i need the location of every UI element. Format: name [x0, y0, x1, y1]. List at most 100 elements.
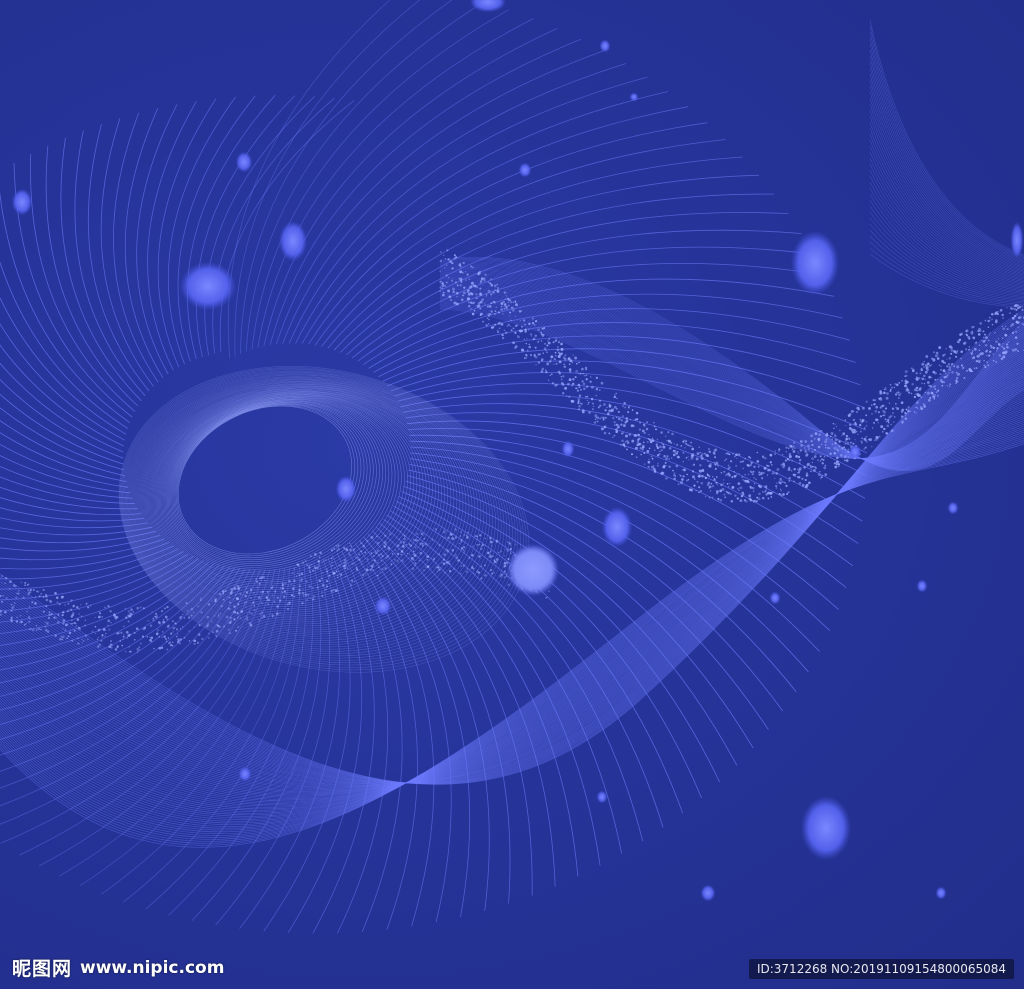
particle-dot [612, 416, 615, 420]
particle-dot [708, 448, 710, 450]
particle-dot [157, 621, 161, 624]
particle-dot [717, 497, 720, 500]
particle-dot [561, 382, 564, 385]
particle-dot [651, 437, 654, 440]
particle-dot [848, 437, 851, 440]
particle-dot [489, 537, 492, 540]
particle-dot [873, 403, 876, 406]
particle-dot [452, 290, 455, 294]
particle-dot [721, 488, 725, 491]
particle-dot [834, 434, 837, 438]
particle-dot [879, 390, 882, 393]
particle-dot [281, 587, 285, 590]
particle-dot [444, 258, 447, 260]
particle-dot [492, 291, 495, 294]
particle-dot [451, 537, 455, 540]
particle-dot [768, 468, 771, 472]
particle-dot [833, 427, 835, 430]
particle-dot [358, 553, 360, 556]
particle-dot [509, 311, 511, 314]
particle-dot [321, 591, 324, 594]
particle-dot [55, 617, 58, 619]
particle-dot [245, 591, 248, 594]
particle-dot [775, 472, 779, 475]
watermark-site-name: 昵图网 [12, 958, 73, 980]
particle-dot [810, 470, 812, 473]
particle-dot [704, 476, 707, 479]
particle-dot [913, 411, 916, 413]
particle-dot [648, 447, 651, 450]
particle-dot [230, 590, 234, 594]
particle-dot [318, 556, 321, 558]
particle-dot [872, 399, 875, 401]
particle-dot [796, 475, 799, 478]
particle-dot [926, 368, 929, 372]
particle-dot [579, 402, 582, 405]
particle-dot [545, 597, 548, 599]
particle-dot [849, 441, 852, 444]
particle-dot [514, 346, 517, 349]
particle-dot [700, 481, 704, 485]
particle-dot [653, 425, 656, 428]
particle-dot [656, 445, 658, 447]
particle-dot [991, 313, 994, 316]
particle-dot [622, 424, 626, 428]
particle-dot [256, 586, 259, 589]
particle-dot [262, 615, 266, 618]
particle-dot [401, 559, 404, 562]
particle-dot [290, 583, 293, 585]
particle-dot [459, 270, 463, 274]
particle-dot [708, 496, 711, 499]
particle-dot [470, 308, 472, 310]
particle-dot [104, 632, 107, 635]
bokeh-orb [630, 93, 638, 101]
particle-dot [584, 366, 588, 370]
particle-dot [585, 374, 588, 377]
particle-dot [446, 561, 449, 564]
particle-dot [434, 528, 437, 531]
particle-dot [834, 465, 838, 469]
ribbon-line [869, 175, 1024, 290]
particle-dot [953, 350, 956, 353]
particle-dot [484, 304, 486, 306]
particle-dot [98, 615, 101, 619]
particle-dot [388, 532, 392, 536]
particle-dot [905, 388, 909, 392]
particle-dot [367, 558, 369, 560]
particle-dot [762, 491, 764, 493]
particle-dot [771, 464, 773, 466]
particle-dot [924, 370, 928, 374]
particle-dot [489, 553, 492, 556]
particle-dot [312, 595, 316, 598]
particle-dot [994, 313, 996, 315]
particle-dot [470, 292, 474, 296]
particle-dot [174, 627, 176, 629]
particle-dot [615, 423, 618, 426]
particle-dot [892, 412, 894, 414]
particle-dot [508, 542, 511, 545]
particle-dot [503, 570, 506, 573]
fan-line [257, 18, 534, 348]
particle-dot [1001, 325, 1004, 327]
particle-dot [250, 612, 253, 615]
particle-dot [797, 451, 799, 453]
particle-dot [509, 325, 512, 327]
particle-dot [788, 459, 791, 462]
particle-dot [975, 360, 978, 363]
particle-dot [764, 485, 768, 489]
particle-dot [12, 605, 15, 608]
particle-dot [412, 538, 416, 542]
particle-dot [435, 566, 438, 569]
bokeh-orb [917, 580, 927, 592]
particle-dot [160, 646, 164, 649]
particle-dot [99, 612, 102, 615]
particle-dot [261, 617, 263, 619]
particle-dot [80, 615, 83, 618]
particle-dot [325, 588, 327, 591]
particle-dot [666, 455, 669, 458]
particle-dot [615, 416, 618, 419]
particle-dot [563, 363, 565, 366]
particle-dot [951, 362, 954, 366]
particle-dot [68, 609, 70, 611]
particle-dot [182, 626, 184, 628]
